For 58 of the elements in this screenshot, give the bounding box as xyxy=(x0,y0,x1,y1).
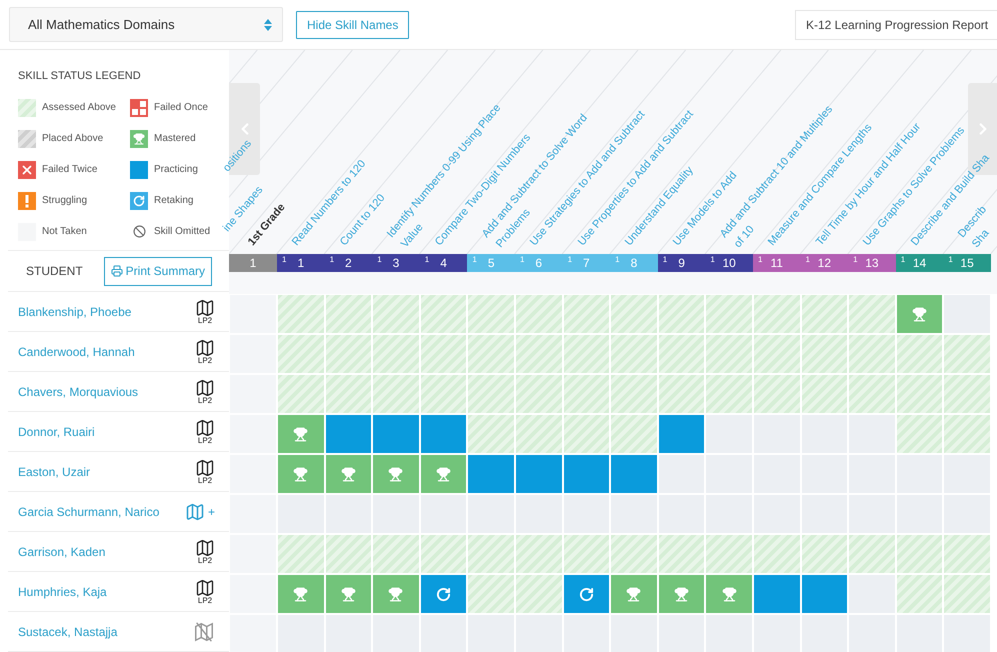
report-button[interactable]: K-12 Learning Progression Report xyxy=(795,10,997,40)
column-number: 1 2 xyxy=(324,254,372,272)
student-column-header: STUDENT xyxy=(26,263,83,280)
column-number: 1 15 xyxy=(943,254,991,272)
column-number: 1 10 xyxy=(705,254,753,272)
legend-title: SKILL STATUS LEGEND xyxy=(18,69,142,84)
trophy-icon xyxy=(293,466,308,482)
trophy-icon xyxy=(340,586,356,602)
student-name-link[interactable]: Humphries, Kaja xyxy=(18,582,107,600)
trophy-icon xyxy=(293,586,308,602)
student-name-link[interactable]: Blankenship, Phoebe xyxy=(18,302,132,320)
column-number: 1 6 xyxy=(514,254,563,272)
omitted-icon xyxy=(132,225,146,238)
sort-caret-icon xyxy=(264,18,272,30)
column-number: 1 14 xyxy=(896,254,944,272)
legend-label: Practicing xyxy=(154,163,198,177)
trophy-icon xyxy=(388,466,404,482)
column-number: 1 4 xyxy=(420,254,468,272)
column-number: 1 8 xyxy=(610,254,658,272)
trophy-icon xyxy=(674,586,690,602)
legend-label: Mastered xyxy=(154,132,196,146)
printer-icon xyxy=(110,265,123,277)
student-name-link[interactable]: Easton, Uzair xyxy=(18,462,90,480)
legend-label: Placed Above xyxy=(42,132,104,146)
legend-label: Failed Once xyxy=(154,101,208,115)
student-name-link[interactable]: Garcia Schurmann, Narico xyxy=(18,502,160,520)
legend-label: Not Taken xyxy=(42,225,87,239)
trophy-icon xyxy=(388,586,404,602)
student-name-link[interactable]: Chavers, Morquavious xyxy=(18,382,138,400)
trophy-icon xyxy=(340,466,356,482)
print-summary-button[interactable]: Print Summary xyxy=(104,256,212,286)
column-number: 1 13 xyxy=(848,254,896,272)
column-number: 1 xyxy=(229,254,277,272)
trophy-icon xyxy=(912,306,928,322)
trophy-icon xyxy=(722,586,737,602)
trophy-icon xyxy=(293,426,308,442)
legend-label: Struggling xyxy=(42,194,88,208)
student-name-link[interactable]: Canderwood, Hannah xyxy=(18,342,135,360)
column-number: 1 1 xyxy=(277,254,325,272)
legend-label: Retaking xyxy=(154,194,194,208)
hide-skill-names-button[interactable]: Hide Skill Names xyxy=(296,10,410,38)
domain-select[interactable]: All Mathematics Domains xyxy=(9,7,283,42)
refresh-icon xyxy=(578,586,594,602)
legend-label: Failed Twice xyxy=(42,163,98,177)
column-number: 1 5 xyxy=(467,254,515,272)
legend-label: Assessed Above xyxy=(42,101,116,115)
column-number: 1 11 xyxy=(752,254,801,272)
student-name-link[interactable]: Donnor, Ruairi xyxy=(18,422,95,440)
column-number: 1 9 xyxy=(658,254,706,272)
column-number: 1 7 xyxy=(562,254,610,272)
trophy-icon xyxy=(626,586,642,602)
legend-label: Skill Omitted xyxy=(154,225,210,239)
column-number: 1 3 xyxy=(372,254,420,272)
refresh-icon xyxy=(436,586,452,602)
student-name-link[interactable]: Sustacek, Nastajja xyxy=(18,622,118,640)
column-number: 1 12 xyxy=(800,254,848,272)
trophy-icon xyxy=(436,466,452,482)
student-name-link[interactable]: Garrison, Kaden xyxy=(18,542,106,560)
